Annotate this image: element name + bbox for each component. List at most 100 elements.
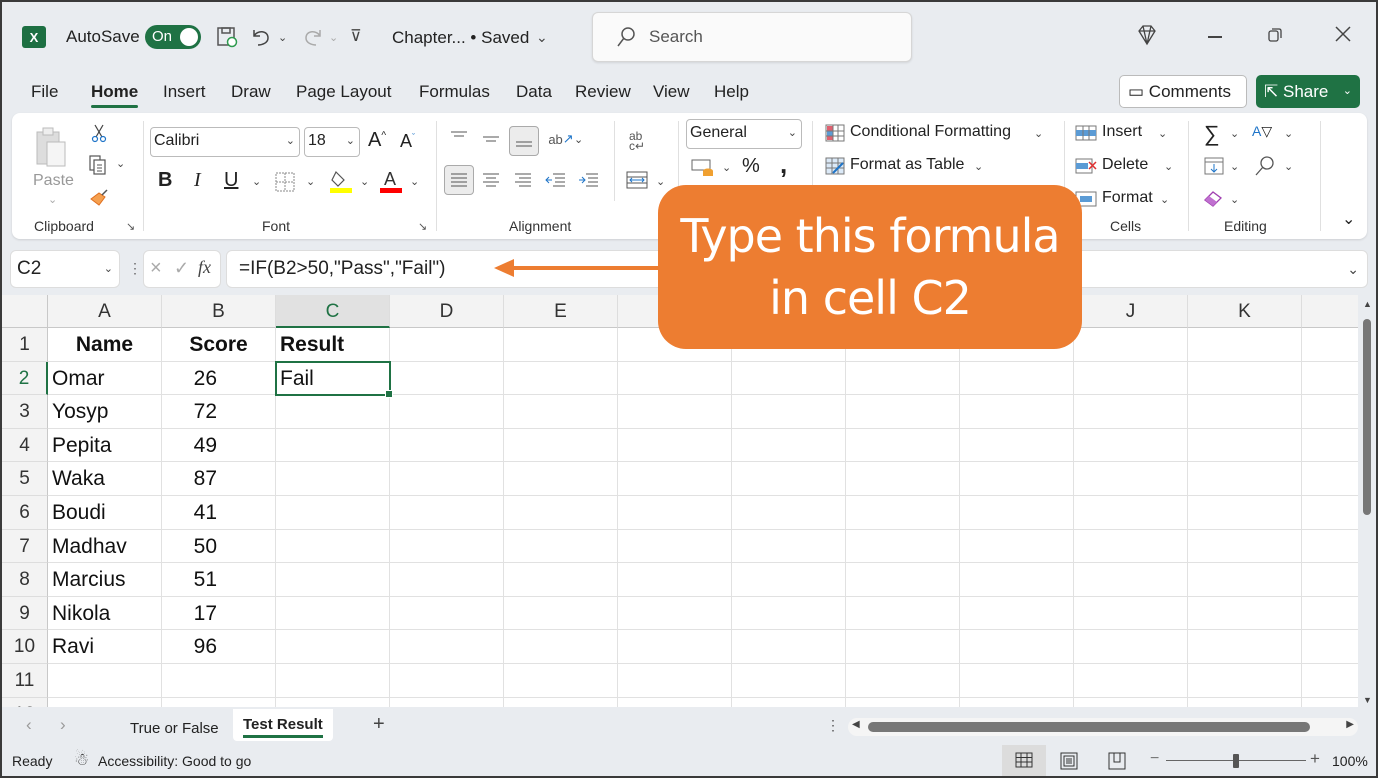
percent-style-button[interactable]: %: [742, 155, 760, 178]
autosave-toggle[interactable]: On: [145, 25, 201, 49]
cell-a6[interactable]: Boudi: [48, 496, 162, 530]
tab-formulas[interactable]: Formulas: [419, 82, 490, 102]
sheet-tab-test-result[interactable]: Test Result: [233, 709, 333, 741]
scroll-left-icon[interactable]: ◀: [852, 719, 860, 730]
cell-e2[interactable]: [504, 361, 618, 396]
paste-label[interactable]: Paste: [33, 172, 74, 190]
cell-f9[interactable]: [618, 596, 732, 631]
cell-g8[interactable]: [732, 563, 846, 597]
row-header-10[interactable]: 10: [2, 630, 48, 664]
clipboard-launcher-icon[interactable]: ↘: [126, 220, 135, 233]
prev-sheet-icon[interactable]: ‹: [26, 715, 32, 735]
cell-e6[interactable]: [504, 496, 618, 530]
format-as-table-dropdown-icon[interactable]: ⌄: [974, 160, 983, 173]
insert-cells-button[interactable]: Insert: [1102, 123, 1142, 141]
column-header-b[interactable]: B: [162, 295, 276, 328]
fill-icon[interactable]: [1202, 155, 1226, 177]
cell-l1[interactable]: [1302, 328, 1358, 362]
title-chevron-icon[interactable]: ⌄: [536, 29, 548, 46]
cell-k1[interactable]: [1188, 328, 1302, 362]
cell-j12[interactable]: [1074, 697, 1188, 707]
align-center-icon[interactable]: [478, 167, 504, 193]
decrease-font-icon[interactable]: Aˇ: [400, 131, 415, 152]
cell-b7[interactable]: 50: [162, 529, 276, 564]
autosum-dropdown-icon[interactable]: ⌄: [1230, 127, 1239, 140]
scroll-down-icon[interactable]: ▼: [1363, 695, 1372, 705]
cell-k3[interactable]: [1188, 395, 1302, 429]
expand-formula-bar-icon[interactable]: ⌄: [1347, 251, 1359, 287]
row-header-2[interactable]: 2: [2, 361, 48, 396]
cell-b3[interactable]: 72: [162, 395, 276, 429]
cell-i2[interactable]: [960, 361, 1074, 396]
cell-l8[interactable]: [1302, 563, 1358, 597]
cell-j6[interactable]: [1074, 496, 1188, 530]
cell-d10[interactable]: [390, 630, 504, 664]
merge-center-icon[interactable]: [624, 167, 650, 193]
row-header-3[interactable]: 3: [2, 395, 48, 429]
tab-draw[interactable]: Draw: [231, 82, 271, 102]
cell-g6[interactable]: [732, 496, 846, 530]
find-dropdown-icon[interactable]: ⌄: [1284, 160, 1293, 173]
insert-dropdown-icon[interactable]: ⌄: [1158, 127, 1167, 140]
cell-b9[interactable]: 17: [162, 596, 276, 631]
cell-d11[interactable]: [390, 664, 504, 698]
row-header-1[interactable]: 1: [2, 328, 48, 362]
scroll-up-icon[interactable]: ▲: [1363, 299, 1372, 309]
row-header-11[interactable]: 11: [2, 664, 48, 698]
format-painter-icon[interactable]: [88, 187, 110, 209]
cell-b1[interactable]: Score: [162, 328, 276, 362]
cell-c6[interactable]: [276, 496, 390, 530]
share-button[interactable]: ⇱ Share ⌄: [1256, 75, 1360, 108]
tab-page-layout[interactable]: Page Layout: [296, 82, 391, 102]
cell-c9[interactable]: [276, 596, 390, 631]
fill-dropdown-icon[interactable]: ⌄: [1230, 160, 1239, 173]
cell-g7[interactable]: [732, 529, 846, 564]
cell-h2[interactable]: [846, 361, 960, 396]
tab-help[interactable]: Help: [714, 82, 749, 102]
cell-e9[interactable]: [504, 596, 618, 631]
cell-f7[interactable]: [618, 529, 732, 564]
cell-d8[interactable]: [390, 563, 504, 597]
minimize-button[interactable]: [1208, 36, 1222, 38]
add-sheet-button[interactable]: +: [373, 713, 385, 736]
cell-e10[interactable]: [504, 630, 618, 664]
cell-i12[interactable]: [960, 697, 1074, 707]
cell-j1[interactable]: [1074, 328, 1188, 362]
cell-a4[interactable]: Pepita: [48, 428, 162, 463]
cell-d9[interactable]: [390, 596, 504, 631]
cell-d5[interactable]: [390, 462, 504, 496]
row-header-6[interactable]: 6: [2, 496, 48, 530]
cell-a8[interactable]: Marcius: [48, 563, 162, 597]
underline-dropdown-icon[interactable]: ⌄: [252, 175, 261, 188]
insert-function-icon[interactable]: fx: [198, 257, 211, 278]
tab-home[interactable]: Home: [91, 82, 139, 108]
row-header-4[interactable]: 4: [2, 428, 48, 463]
cell-l7[interactable]: [1302, 530, 1358, 564]
cell-f8[interactable]: [618, 563, 732, 597]
wrap-text-icon[interactable]: ab c↵: [624, 127, 650, 155]
cell-d12[interactable]: [390, 697, 504, 707]
tab-review[interactable]: Review: [575, 82, 631, 102]
cell-e1[interactable]: [504, 328, 618, 362]
cell-b5[interactable]: 87: [162, 462, 276, 496]
paste-dropdown-icon[interactable]: ⌄: [48, 193, 57, 206]
orientation-dropdown-icon[interactable]: ⌄: [574, 133, 583, 146]
vertical-scrollbar[interactable]: ▲ ▼: [1360, 295, 1374, 707]
confirm-entry-icon[interactable]: ✓: [174, 258, 189, 279]
cell-i11[interactable]: [960, 664, 1074, 698]
cell-a7[interactable]: Madhav: [48, 529, 162, 564]
font-color-icon[interactable]: A: [380, 167, 404, 195]
cell-k10[interactable]: [1188, 630, 1302, 664]
vertical-scroll-thumb[interactable]: [1363, 319, 1371, 515]
cell-h12[interactable]: [846, 697, 960, 707]
cell-d6[interactable]: [390, 496, 504, 530]
find-select-icon[interactable]: [1252, 155, 1276, 177]
cell-g3[interactable]: [732, 395, 846, 429]
conditional-formatting-button[interactable]: Conditional Formatting: [850, 123, 1011, 141]
cell-c11[interactable]: [276, 664, 390, 698]
orientation-icon[interactable]: ab ↗: [548, 127, 574, 151]
sort-filter-icon[interactable]: A▽: [1252, 123, 1272, 140]
cell-b4[interactable]: 49: [162, 428, 276, 463]
cell-l10[interactable]: [1302, 630, 1358, 664]
formula-bar-grip-icon[interactable]: ⋮: [128, 260, 142, 277]
